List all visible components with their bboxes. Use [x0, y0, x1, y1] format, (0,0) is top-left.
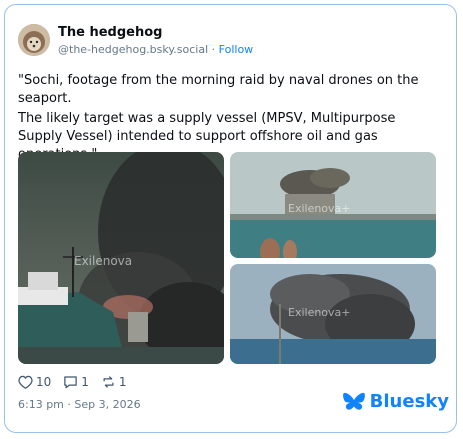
- bluesky-brand[interactable]: Bluesky: [342, 391, 449, 412]
- like-count: 10: [36, 375, 52, 389]
- post-timestamp[interactable]: 6:13 pm · Sep 3, 2026: [18, 398, 141, 411]
- watermark: Exilenova: [74, 254, 133, 268]
- post-actions: 10 1 1: [18, 375, 139, 389]
- heart-icon: [18, 375, 33, 389]
- author-handle-line: @the-hedgehog.bsky.social · Follow: [58, 43, 253, 56]
- sea-smoke-image[interactable]: Exilenova+: [230, 264, 436, 364]
- reply-icon: [64, 376, 78, 389]
- repost-button[interactable]: 1: [101, 375, 127, 389]
- repost-count: 1: [118, 375, 127, 389]
- post-text-paragraph-1: "Sochi, footage from the morning raid by…: [18, 73, 419, 106]
- reply-button[interactable]: 1: [63, 375, 89, 389]
- image-grid: Exilenova Exilenova+ Exilenova+: [18, 152, 436, 364]
- beach-smoke-image[interactable]: Exilenova+: [230, 152, 436, 258]
- watermark: Exilenova+: [288, 202, 351, 215]
- reply-count: 1: [81, 375, 89, 389]
- separator: ·: [208, 43, 219, 56]
- watermark: Exilenova+: [288, 306, 351, 319]
- follow-button[interactable]: Follow: [219, 43, 254, 56]
- avatar[interactable]: [18, 24, 50, 56]
- ship-smoke-image[interactable]: Exilenova: [18, 152, 224, 364]
- author-name[interactable]: The hedgehog: [58, 25, 162, 40]
- repost-icon: [103, 376, 114, 388]
- author-handle[interactable]: @the-hedgehog.bsky.social: [58, 43, 208, 56]
- like-button[interactable]: 10: [18, 375, 51, 389]
- brand-label: Bluesky: [369, 391, 449, 412]
- butterfly-icon: [342, 392, 365, 410]
